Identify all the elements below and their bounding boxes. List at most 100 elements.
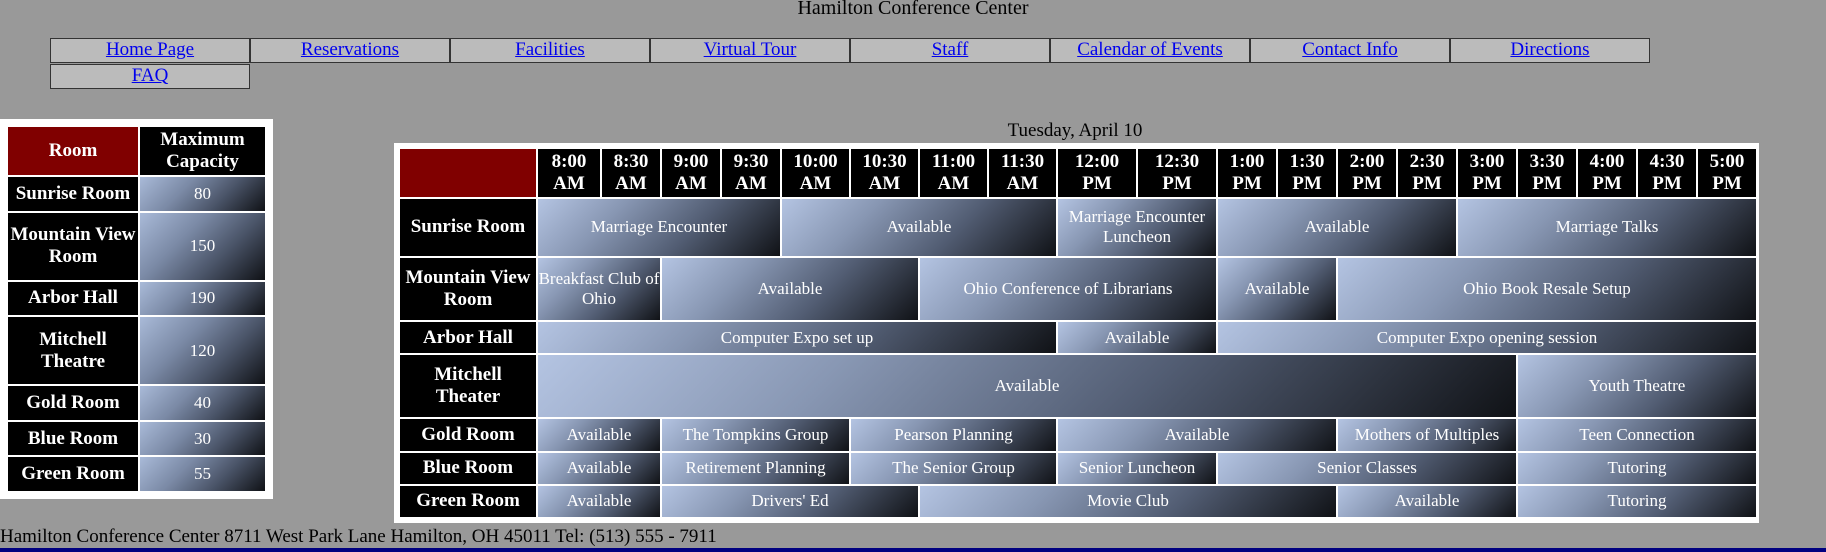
time-slot-header: 3:00 PM (1458, 149, 1516, 197)
nav-link-staff[interactable]: Staff (850, 38, 1050, 63)
schedule-event-cell: Available (538, 485, 660, 517)
nav-link-home-page[interactable]: Home Page (50, 38, 250, 63)
schedule-room-name: Mountain View Room (400, 257, 536, 320)
capacity-row: Mitchell Theatre 120 (8, 317, 265, 385)
capacity-header-room: Room (8, 127, 138, 175)
nav-link-contact-info[interactable]: Contact Info (1250, 38, 1450, 63)
schedule-room-name: Blue Room (400, 452, 536, 484)
capacity-value: 30 (140, 421, 265, 456)
capacity-header-max: Maximum Capacity (140, 127, 265, 175)
schedule-panel: 8:00 AM 8:30 AM 9:00 AM 9:30 AM 10:00 AM 10:3… (394, 143, 1759, 523)
schedule-event-cell: Youth Theatre (1518, 355, 1756, 418)
time-slot-header: 1:00 PM (1218, 149, 1276, 197)
capacity-row: Mountain View Room 150 (8, 212, 265, 280)
schedule-event-cell: Pearson Planning (851, 419, 1056, 451)
nav-link-calendar-of-events[interactable]: Calendar of Events (1050, 38, 1250, 63)
schedule-row: Sunrise Room Marriage Encounter Available M… (400, 199, 1756, 256)
time-slot-header: 4:30 PM (1638, 149, 1696, 197)
capacity-row: Sunrise Room 80 (8, 177, 265, 211)
schedule-event-cell: Movie Club (920, 485, 1336, 517)
time-slot-header: 11:00 AM (920, 149, 987, 197)
schedule-table: 8:00 AM 8:30 AM 9:00 AM 9:30 AM 10:00 AM 10:3… (398, 147, 1758, 519)
nav-link-facilities[interactable]: Facilities (450, 38, 650, 63)
schedule-row: Mitchell Theater Available Youth Theatre (400, 355, 1756, 418)
capacity-row: Blue Room 30 (8, 421, 265, 456)
time-slot-header: 12:00 PM (1058, 149, 1136, 197)
time-slot-header: 12:30 PM (1138, 149, 1216, 197)
nav-link-directions[interactable]: Directions (1450, 38, 1650, 63)
schedule-room-name: Green Room (400, 485, 536, 517)
schedule-room-name: Arbor Hall (400, 321, 536, 354)
schedule-row: Arbor Hall Computer Expo set up Available C… (400, 321, 1756, 354)
capacity-room-name: Sunrise Room (8, 177, 138, 211)
nav-link-virtual-tour[interactable]: Virtual Tour (650, 38, 850, 63)
schedule-row: Mountain View Room Breakfast Club of Ohio… (400, 257, 1756, 320)
schedule-header-row: 8:00 AM 8:30 AM 9:00 AM 9:30 AM 10:00 AM 10:3… (400, 149, 1756, 197)
nav-link-faq[interactable]: FAQ (50, 64, 250, 89)
capacity-row: Green Room 55 (8, 457, 265, 491)
schedule-event-cell: Teen Connection (1518, 419, 1756, 451)
time-slot-header: 9:00 AM (662, 149, 720, 197)
capacity-room-name: Green Room (8, 457, 138, 491)
schedule-event-cell: Available (1218, 199, 1456, 256)
capacity-value: 55 (140, 457, 265, 491)
capacity-room-name: Arbor Hall (8, 281, 138, 316)
schedule-row: Green Room Available Drivers' Ed Movie Club… (400, 485, 1756, 517)
schedule-event-cell: Ohio Conference of Librarians (920, 257, 1216, 320)
time-slot-header: 10:30 AM (851, 149, 918, 197)
time-slot-header: 5:00 PM (1698, 149, 1756, 197)
schedule-event-cell: Ohio Book Resale Setup (1338, 257, 1756, 320)
time-slot-header: 4:00 PM (1578, 149, 1636, 197)
capacity-value: 150 (140, 212, 265, 280)
capacity-value: 120 (140, 317, 265, 385)
site-title: Hamilton Conference Center (797, 0, 1029, 16)
capacity-header-row: Room Maximum Capacity (8, 127, 265, 175)
capacity-value: 40 (140, 386, 265, 420)
capacity-room-name: Mountain View Room (8, 212, 138, 280)
capacity-value: 80 (140, 177, 265, 211)
schedule-event-cell: Available (1058, 321, 1216, 354)
capacity-room-name: Blue Room (8, 421, 138, 456)
capacity-room-name: Mitchell Theatre (8, 317, 138, 385)
capacity-room-name: Gold Room (8, 386, 138, 420)
schedule-event-cell: Available (1338, 485, 1516, 517)
time-slot-header: 8:30 AM (602, 149, 660, 197)
time-slot-header: 11:30 AM (989, 149, 1056, 197)
schedule-row: Blue Room Available Retirement Planning The… (400, 452, 1756, 484)
nav-link-reservations[interactable]: Reservations (250, 38, 450, 63)
schedule-event-cell: Senior Classes (1218, 452, 1516, 484)
schedule-row: Gold Room Available The Tompkins Group Pear… (400, 419, 1756, 451)
schedule-event-cell: Tutoring (1518, 452, 1756, 484)
schedule-event-cell: Available (538, 452, 660, 484)
schedule-date: Tuesday, April 10 (1007, 120, 1143, 141)
schedule-event-cell: Senior Luncheon (1058, 452, 1216, 484)
schedule-event-cell: Available (538, 419, 660, 451)
time-slot-header: 2:00 PM (1338, 149, 1396, 197)
schedule-event-cell: Breakfast Club of Ohio (538, 257, 660, 320)
schedule-event-cell: Available (1058, 419, 1336, 451)
schedule-event-cell: Available (662, 257, 918, 320)
footer-address: Hamilton Conference Center 8711 West Par… (0, 526, 717, 547)
time-slot-header: 10:00 AM (782, 149, 849, 197)
capacity-value: 190 (140, 281, 265, 316)
schedule-event-cell: Available (538, 355, 1516, 418)
schedule-event-cell: Mothers of Multiples (1338, 419, 1516, 451)
time-slot-header: 8:00 AM (538, 149, 600, 197)
schedule-event-cell: Available (1218, 257, 1336, 320)
schedule-room-name: Mitchell Theater (400, 355, 536, 418)
schedule-event-cell: Available (782, 199, 1056, 256)
schedule-event-cell: Retirement Planning (662, 452, 849, 484)
schedule-room-name: Gold Room (400, 419, 536, 451)
schedule-room-name: Sunrise Room (400, 199, 536, 256)
schedule-corner-cell (400, 149, 536, 197)
capacity-table: Room Maximum Capacity Sunrise Room 80 Mo… (6, 125, 267, 493)
capacity-row: Gold Room 40 (8, 386, 265, 420)
time-slot-header: 3:30 PM (1518, 149, 1576, 197)
schedule-event-cell: Drivers' Ed (662, 485, 918, 517)
schedule-event-cell: Marriage Talks (1458, 199, 1756, 256)
schedule-event-cell: Marriage Encounter Luncheon (1058, 199, 1216, 256)
time-slot-header: 2:30 PM (1398, 149, 1456, 197)
capacity-panel: Room Maximum Capacity Sunrise Room 80 Mo… (0, 119, 273, 499)
time-slot-header: 1:30 PM (1278, 149, 1336, 197)
time-slot-header: 9:30 AM (722, 149, 780, 197)
